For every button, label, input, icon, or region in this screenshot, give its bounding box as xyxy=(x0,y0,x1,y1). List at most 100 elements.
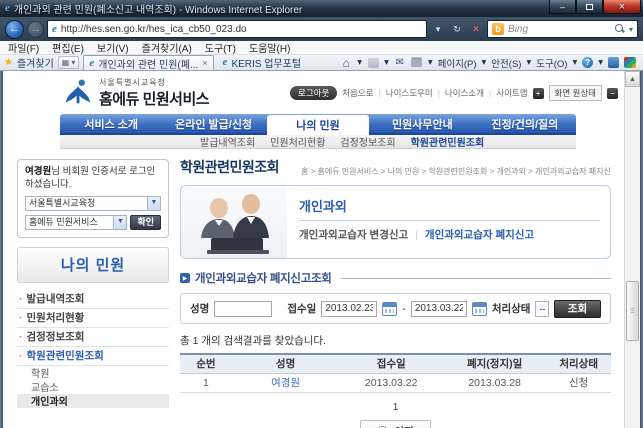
sidebar-item-hakwon[interactable]: 학원 xyxy=(17,366,169,380)
minimize-button[interactable] xyxy=(549,0,576,14)
stop-icon[interactable]: × xyxy=(468,20,484,38)
extension-icon-1[interactable] xyxy=(608,57,619,68)
tab-current[interactable]: e 개인과외 관련 민원(폐... × xyxy=(83,55,214,71)
menu-view[interactable]: 보기(V) xyxy=(97,40,129,55)
search-icon[interactable] xyxy=(614,24,625,34)
mail-icon[interactable] xyxy=(394,57,406,68)
scroll-up-icon[interactable] xyxy=(625,71,640,87)
home-dropdown-icon[interactable] xyxy=(357,57,362,68)
link-neis-helper[interactable]: 나이스도우미 xyxy=(386,87,433,99)
date-to-input[interactable] xyxy=(410,300,467,317)
chevron-down-icon[interactable] xyxy=(147,196,160,210)
link-closure-report[interactable]: 개인과외교습자 폐지신고 xyxy=(425,227,534,242)
address-input[interactable]: e http://hes.sen.go.kr/hes_ica_cb50_023.… xyxy=(47,20,427,38)
subnav-exam-info[interactable]: 검정정보조회 xyxy=(340,134,395,149)
feeds-dropdown-icon[interactable] xyxy=(384,57,389,68)
refresh-icon[interactable]: ↻ xyxy=(449,20,465,38)
maximize-button[interactable] xyxy=(576,0,603,14)
print-dropdown-icon[interactable] xyxy=(428,57,433,68)
sidebar-item-exam-info[interactable]: 검정정보조회 xyxy=(17,328,169,347)
safety-menu-button[interactable]: 안전(S) xyxy=(491,56,521,70)
zoom-out-button[interactable] xyxy=(607,87,618,99)
cell-closure-date: 2013.03.28 xyxy=(442,373,547,393)
tools-menu-button[interactable]: 도구(O) xyxy=(536,56,567,70)
sub-navigation: 발급내역조회 민원처리현황 검정정보조회 학원관련민원조회 xyxy=(60,135,576,149)
seoul-edu-logo-icon xyxy=(65,79,91,104)
forward-button[interactable]: → xyxy=(27,20,44,38)
nav-petition[interactable]: 진정/건의/질의 xyxy=(474,114,576,133)
screen-reset-button[interactable]: 화면 원상태 xyxy=(548,85,602,101)
main-navigation: 서비스 소개 온라인 발급/신청 나의 민원 민원사무안내 진정/건의/질의 xyxy=(60,114,576,135)
date-from-input[interactable] xyxy=(321,300,378,317)
previous-button[interactable]: 이전 xyxy=(360,419,431,428)
subnav-hakwon-minwon[interactable]: 학원관련민원조회 xyxy=(411,134,485,149)
search-input[interactable]: b Bing xyxy=(487,20,638,38)
sidebar-item-gyoseupso[interactable]: 교습소 xyxy=(17,380,169,394)
sidebar-item-hakwon-minwon[interactable]: 학원관련민원조회 xyxy=(17,347,169,366)
link-change-report[interactable]: 개인과외교습자 변경신고 xyxy=(299,227,408,242)
nav-my-minwon[interactable]: 나의 민원 xyxy=(266,115,370,135)
menu-file[interactable]: 파일(F) xyxy=(8,40,39,55)
help-icon[interactable]: ? xyxy=(582,57,594,68)
back-button[interactable]: ← xyxy=(5,19,24,39)
pagination-page-1[interactable]: 1 xyxy=(180,401,611,413)
applicant-name-link[interactable]: 여경원 xyxy=(271,377,300,389)
url-text: http://hes.sen.go.kr/hes_ica_cb50_023.do xyxy=(60,23,247,35)
favorites-star-icon[interactable]: ★ xyxy=(4,57,13,68)
menu-favorites[interactable]: 즐겨찾기(A) xyxy=(142,40,192,55)
safety-dropdown-icon[interactable] xyxy=(526,57,531,68)
page-menu-button[interactable]: 페이지(P) xyxy=(438,56,477,70)
nav-minwon-guide[interactable]: 민원사무안내 xyxy=(371,114,473,133)
link-home[interactable]: 처음으로 xyxy=(342,87,373,99)
close-button[interactable] xyxy=(603,0,641,14)
link-sitemap[interactable]: 사이트맵 xyxy=(496,87,527,99)
name-input[interactable] xyxy=(214,300,273,317)
tab-keris[interactable]: e KERIS 업무포털 xyxy=(218,55,306,71)
status-select[interactable]: -- 전체 -- xyxy=(535,300,549,317)
menu-tools[interactable]: 도구(T) xyxy=(205,40,236,55)
chevron-down-icon[interactable] xyxy=(113,215,127,229)
print-icon[interactable] xyxy=(411,58,423,67)
cell-status: 신청 xyxy=(546,373,611,393)
subnav-issue-history[interactable]: 발급내역조회 xyxy=(200,134,255,149)
login-user-name: 여경원 xyxy=(25,166,52,177)
address-dropdown-icon[interactable] xyxy=(430,20,446,38)
sidebar-title-box: 나의 민원 xyxy=(17,246,169,283)
window-titlebar[interactable]: e 개인과외 관련 민원(폐소신고 내역조회) - Windows Intern… xyxy=(0,0,643,17)
extension-icon-2[interactable] xyxy=(624,57,636,68)
site-logo[interactable]: 서울특별시교육청 홈에듀 민원서비스 xyxy=(63,77,210,109)
confirm-button[interactable]: 확인 xyxy=(130,214,161,230)
nav-online-issue[interactable]: 온라인 발급/신청 xyxy=(162,114,264,133)
service-select[interactable]: 홈에듀 민원서비스 xyxy=(25,214,128,230)
org-select[interactable]: 서울특별시교육청 xyxy=(25,195,161,211)
calendar-icon[interactable] xyxy=(382,301,398,316)
logout-button[interactable]: 로그아웃 xyxy=(290,86,338,100)
calendar-icon[interactable] xyxy=(471,301,487,316)
help-dropdown-icon[interactable] xyxy=(598,57,603,68)
sidebar-item-issue-history[interactable]: 발급내역조회 xyxy=(17,290,169,309)
tools-dropdown-icon[interactable] xyxy=(572,57,577,68)
tab-close-icon[interactable]: × xyxy=(202,58,207,68)
feeds-icon[interactable] xyxy=(367,57,379,68)
quick-tabs-button[interactable]: ▦ xyxy=(57,56,80,69)
scrollbar-thumb[interactable] xyxy=(626,281,639,341)
nav-service-intro[interactable]: 서비스 소개 xyxy=(60,114,162,133)
menu-edit[interactable]: 편집(E) xyxy=(52,40,84,55)
link-neis-intro[interactable]: 나이스소개 xyxy=(445,87,484,99)
sidebar-item-minwon-status[interactable]: 민원처리현황 xyxy=(17,309,169,328)
search-dropdown-icon[interactable] xyxy=(629,25,633,34)
favorites-tab-bar: ★ 즐겨찾기 ▦ e 개인과외 관련 민원(폐... × e KERIS 업무포… xyxy=(0,55,643,71)
subnav-minwon-status[interactable]: 민원처리현황 xyxy=(270,134,325,149)
col-receipt-date: 접수일 xyxy=(376,358,406,371)
table-row: 1 여경원 2013.03.22 2013.03.28 신청 xyxy=(180,373,611,393)
sidebar-item-private-tutoring[interactable]: 개인과외 xyxy=(17,393,169,408)
main-panel: 학원관련민원조회 홈 > 홈에듀 민원서비스 > 나의 민원 > 학원관련민원조… xyxy=(180,157,611,428)
favorites-button[interactable]: 즐겨찾기 xyxy=(17,55,54,70)
search-button[interactable]: 조회 xyxy=(554,299,601,318)
vertical-scrollbar[interactable] xyxy=(624,71,640,428)
home-icon[interactable] xyxy=(340,57,352,68)
zoom-in-button[interactable] xyxy=(532,87,544,99)
menu-help[interactable]: 도움말(H) xyxy=(249,40,290,55)
page-dropdown-icon[interactable] xyxy=(482,57,487,68)
result-count-text: 총 1 개의 검색결과를 찾았습니다. xyxy=(180,335,327,347)
